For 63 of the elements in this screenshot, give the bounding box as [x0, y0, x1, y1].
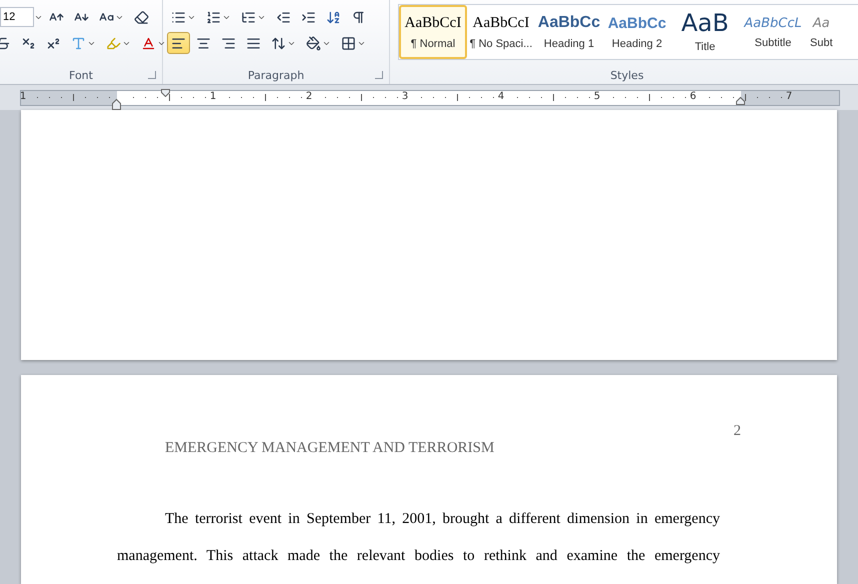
dialog-launcher-icon[interactable]: [375, 71, 383, 79]
style-sample: AaBbCc: [538, 14, 600, 32]
page-number: 2: [732, 423, 741, 440]
subscript-icon: [21, 36, 36, 50]
ruler-number: 7: [786, 90, 792, 102]
style-option[interactable]: AaBbCc Heading 1: [535, 5, 603, 59]
style-name: Heading 1: [544, 38, 594, 50]
justify-icon: [246, 36, 261, 50]
pilcrow-icon: [351, 10, 366, 24]
ruler-number: 3: [402, 90, 408, 102]
style-sample: AaBbCcI: [472, 14, 530, 32]
outdent-icon: [276, 10, 291, 24]
borders-icon: [341, 36, 356, 50]
style-sample: AaBbCcI: [404, 14, 462, 32]
page-header: EMERGENCY MANAGEMENT AND TERRORISM: [165, 440, 496, 457]
sort-icon: [326, 10, 341, 24]
style-name: Subtitle: [754, 36, 792, 48]
left-button[interactable]: [167, 32, 190, 54]
ruler-number: 5: [594, 90, 600, 102]
clear-icon: [134, 10, 149, 24]
ruler-number: 4: [498, 90, 504, 102]
numbering-icon: [206, 10, 221, 24]
style-option[interactable]: AaBbCcI ¶ No Spaci...: [467, 5, 535, 59]
style-name: Title: [694, 41, 716, 53]
style-sample: AaB: [681, 11, 729, 35]
shading-icon: [306, 36, 321, 50]
style-option[interactable]: AaB Title: [671, 5, 739, 59]
style-name: Heading 2: [612, 38, 662, 50]
font-size-field[interactable]: 12: [0, 7, 34, 27]
first-line-indent-marker[interactable]: [161, 88, 170, 96]
left-icon: [171, 36, 186, 50]
style-sample: Aa: [812, 16, 830, 30]
style-option[interactable]: AaBbCcL Subtitle: [739, 5, 807, 59]
bullets-icon: [171, 10, 186, 24]
highlight-icon: [106, 36, 121, 50]
ruler-number: 1: [20, 90, 26, 102]
style-option[interactable]: AaBbCcI ¶ Normal: [399, 5, 467, 59]
superscript-icon: [46, 36, 61, 50]
ruler-number: 6: [690, 90, 696, 102]
style-sample: AaBbCc: [608, 14, 666, 32]
group-label: Styles: [610, 68, 644, 82]
indent-icon: [301, 10, 316, 24]
spacing-icon: [271, 36, 286, 50]
right-icon: [221, 36, 236, 50]
right-indent-marker[interactable]: [736, 96, 745, 104]
group-label: Font: [69, 68, 93, 82]
style-name: ¶ Normal: [410, 38, 456, 50]
group-label: Paragraph: [248, 68, 304, 82]
effects-icon: [71, 36, 86, 50]
strike-icon: [0, 36, 11, 50]
body-text-line: The terrorist event in September 11, 2001, brought a different dimension in emergency: [165, 510, 720, 529]
center-icon: [196, 36, 211, 50]
ruler-number: 2: [306, 90, 312, 102]
style-sample: AaBbCcL: [744, 16, 802, 30]
style-name: Subt: [810, 36, 833, 48]
multilevel-icon: [241, 10, 256, 24]
body-text-line: management. This attack made the relevant bodies to rethink and examine the emergency: [117, 547, 720, 566]
fontcolor-icon: [141, 36, 156, 50]
dialog-launcher-icon[interactable]: [148, 71, 156, 79]
style-option[interactable]: Aa Subt: [807, 5, 836, 59]
ruler-number: 1: [210, 90, 216, 102]
style-option[interactable]: AaBbCc Heading 2: [603, 5, 671, 59]
style-name: ¶ No Spaci...: [470, 38, 532, 50]
